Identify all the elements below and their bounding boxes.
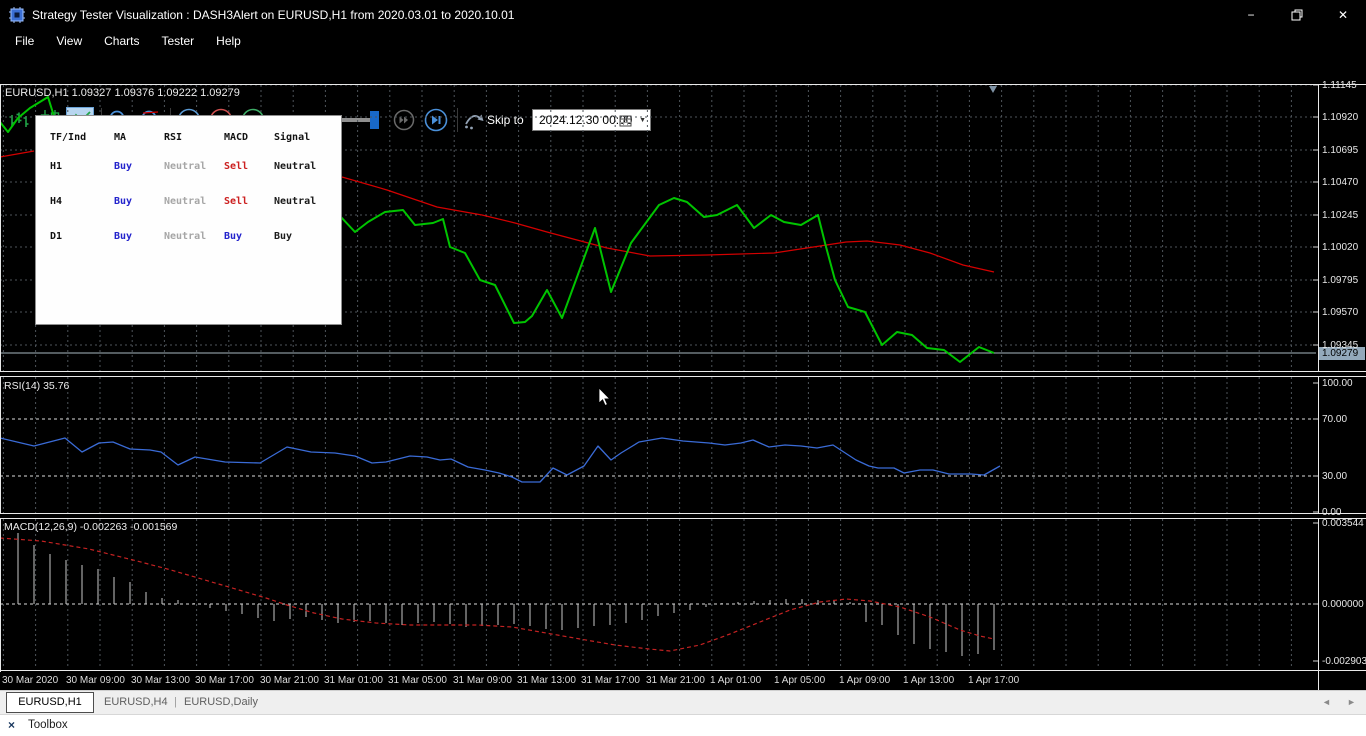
- time-axis-label: 1 Apr 05:00: [774, 675, 826, 686]
- ma-line: [0, 150, 35, 158]
- price-axis-label: 1.09345: [1322, 340, 1359, 351]
- time-axis-label: 1 Apr 01:00: [710, 675, 762, 686]
- menu-item-view[interactable]: View: [45, 31, 93, 51]
- time-axis-label: 31 Mar 01:00: [324, 675, 383, 686]
- time-axis-label: 31 Mar 05:00: [388, 675, 447, 686]
- mouse-cursor: [598, 388, 611, 407]
- price-axis-label: 1.10245: [1322, 210, 1359, 221]
- menu-item-file[interactable]: File: [4, 31, 45, 51]
- restore-button[interactable]: [1274, 0, 1320, 30]
- tab-scroll-right-arrow[interactable]: ►: [1347, 697, 1356, 707]
- menu-bar: File View Charts Tester Help: [0, 30, 1366, 52]
- time-axis-label: 1 Apr 13:00: [903, 675, 955, 686]
- dashboard-signal-cell: Sell: [224, 196, 249, 207]
- tab-separator: |: [174, 696, 177, 708]
- price-axis-label: 1.11145: [1322, 80, 1357, 91]
- signal-dashboard-panel: TF/Ind MA RSI MACD Signal H1 Buy Neutral Sell Neu…: [35, 115, 342, 325]
- menu-item-tester[interactable]: Tester: [150, 31, 205, 51]
- tab-eurusd-h4[interactable]: EURUSD,H4: [104, 696, 168, 708]
- price-axis-label: 1.09795: [1322, 275, 1359, 286]
- panel-separator-rsi[interactable]: [0, 371, 1366, 377]
- time-axis-label: 31 Mar 09:00: [453, 675, 512, 686]
- macd-axis-label: 0.003544: [1322, 518, 1364, 529]
- dashboard-header: RSI: [164, 132, 183, 143]
- price-axis-label: 1.10470: [1322, 177, 1359, 188]
- toolbar: Skip to 2024.12.30 00:00 ▼: [0, 52, 1366, 133]
- tab-scroll-left-arrow[interactable]: ◄: [1322, 697, 1331, 707]
- window-title: Strategy Tester Visualization : DASH3Ale…: [32, 8, 515, 22]
- app-icon: [9, 7, 25, 23]
- dashboard-header: Signal: [274, 132, 311, 143]
- dashboard-row-tf: H1: [50, 161, 63, 172]
- time-axis-label: 1 Apr 09:00: [839, 675, 891, 686]
- chart-tab-bar: EURUSD,H1 EURUSD,H4 | EURUSD,Daily ◄ ►: [0, 690, 1366, 714]
- current-bar-marker: [989, 86, 997, 93]
- ma-line: [142, 111, 159, 114]
- dashboard-row-tf: D1: [50, 231, 63, 242]
- macd-label: MACD(12,26,9) -0.002263 -0.001569: [4, 521, 178, 533]
- time-axis-label: 31 Mar 21:00: [646, 675, 705, 686]
- macd-axis-label: -0.002903: [1322, 656, 1366, 667]
- rsi-axis-label: 100.00: [1322, 378, 1353, 389]
- title-bar: Strategy Tester Visualization : DASH3Ale…: [0, 0, 1366, 30]
- price-axis-label: 1.09570: [1322, 307, 1359, 318]
- time-axis-label: 30 Mar 17:00: [195, 675, 254, 686]
- dashboard-row-tf: H4: [50, 196, 63, 207]
- rsi-label: RSI(14) 35.76: [4, 380, 70, 392]
- price-axis-label: 1.10920: [1322, 112, 1359, 123]
- minimize-button[interactable]: −: [1228, 0, 1274, 30]
- time-axis-label: 1 Apr 17:00: [968, 675, 1020, 686]
- rsi-axis-label: 30.00: [1322, 471, 1348, 482]
- dashboard-signal-cell: Neutral: [274, 161, 317, 172]
- ma-line: [341, 176, 995, 273]
- time-axis-label: 31 Mar 13:00: [517, 675, 576, 686]
- time-axis-label: 30 Mar 09:00: [66, 675, 125, 686]
- price-axis-label: 1.10695: [1322, 145, 1359, 156]
- dashboard-signal-cell: Neutral: [274, 196, 317, 207]
- time-axis-label: 30 Mar 13:00: [131, 675, 190, 686]
- tab-eurusd-daily[interactable]: EURUSD,Daily: [184, 696, 258, 708]
- chart-left-frame: [0, 84, 1, 672]
- chart-bottom-frame: [0, 670, 1366, 671]
- toolbox-close-icon[interactable]: ×: [8, 718, 15, 732]
- ohlc-label: EURUSD,H1 1.09327 1.09376 1.09222 1.0927…: [5, 87, 240, 99]
- rsi-axis-label: 70.00: [1322, 414, 1348, 425]
- menu-item-charts[interactable]: Charts: [93, 31, 150, 51]
- dashboard-header: MA: [114, 132, 127, 143]
- tab-eurusd-h1[interactable]: EURUSD,H1: [6, 692, 94, 713]
- axis-divider: [1318, 84, 1319, 690]
- panel-separator-macd[interactable]: [0, 513, 1366, 519]
- macd-signal-line: [0, 537, 995, 652]
- rsi-line: [0, 437, 1001, 483]
- close-button[interactable]: ✕: [1320, 0, 1366, 30]
- dashboard-header: MACD: [224, 132, 249, 143]
- strategy-tester-window: Strategy Tester Visualization : DASH3Ale…: [0, 0, 1366, 736]
- dashboard-signal-cell: Buy: [114, 161, 133, 172]
- time-axis-label: 31 Mar 17:00: [581, 675, 640, 686]
- macd-axis-label: 0.000000: [1322, 599, 1364, 610]
- toolbox-bar: × Toolbox: [0, 714, 1366, 736]
- dashboard-header: TF/Ind: [50, 132, 87, 143]
- dashboard-signal-cell: Buy: [114, 196, 133, 207]
- dashboard-signal-cell: Neutral: [164, 161, 207, 172]
- chart-top-frame: [0, 84, 1366, 85]
- dashboard-signal-cell: Neutral: [164, 231, 207, 242]
- dashboard-signal-cell: Buy: [114, 231, 133, 242]
- price-axis-label: 1.10020: [1322, 242, 1359, 253]
- dashboard-signal-cell: Neutral: [164, 196, 207, 207]
- time-axis-label: 30 Mar 2020: [2, 675, 59, 686]
- menu-item-help[interactable]: Help: [205, 31, 252, 51]
- dashboard-signal-cell: Buy: [224, 231, 243, 242]
- dashboard-signal-cell: Buy: [274, 231, 293, 242]
- toolbox-label[interactable]: Toolbox: [28, 719, 68, 731]
- dashboard-signal-cell: Sell: [224, 161, 249, 172]
- rsi-axis-label: 0.00: [1322, 507, 1342, 518]
- time-axis-label: 30 Mar 21:00: [260, 675, 319, 686]
